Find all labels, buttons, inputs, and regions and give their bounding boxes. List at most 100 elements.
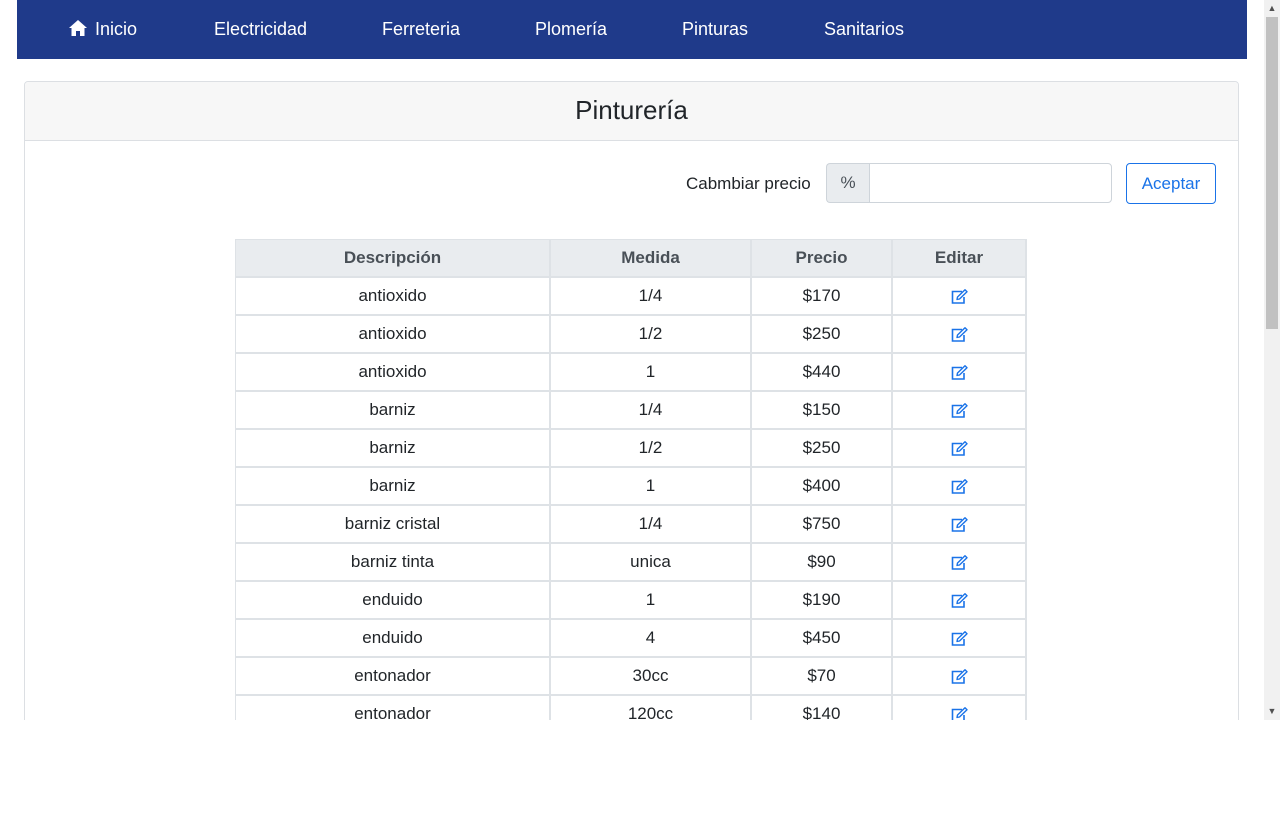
viewport: Inicio Electricidad Ferreteria Plomería …	[0, 0, 1264, 720]
cell-descripcion: barniz	[235, 390, 551, 430]
table-row: barniz 1 $400	[235, 466, 1027, 506]
edit-icon[interactable]	[950, 630, 968, 647]
table-row: antioxido 1 $440	[235, 352, 1027, 392]
cell-descripcion: antioxido	[235, 276, 551, 316]
cell-editar	[891, 352, 1027, 392]
edit-icon[interactable]	[950, 516, 968, 533]
nav-item-ferreteria[interactable]: Ferreteria	[382, 0, 460, 59]
edit-icon[interactable]	[950, 592, 968, 609]
table-row: barniz cristal 1/4 $750	[235, 504, 1027, 544]
column-header-editar: Editar	[891, 239, 1027, 278]
cell-medida: 1/4	[549, 390, 752, 430]
edit-icon[interactable]	[950, 706, 968, 720]
table-row: barniz 1/4 $150	[235, 390, 1027, 430]
cell-descripcion: barniz	[235, 466, 551, 506]
scroll-up-arrow-icon[interactable]: ▲	[1264, 0, 1280, 17]
edit-icon[interactable]	[950, 478, 968, 495]
table-body: antioxido 1/4 $170 antioxido 1/2 $250 antioxid…	[235, 276, 1027, 720]
nav-item-label: Pinturas	[682, 19, 749, 39]
cell-editar	[891, 542, 1027, 582]
table-row: barniz tinta unica $90	[235, 542, 1027, 582]
vertical-scrollbar[interactable]: ▲ ▼	[1264, 0, 1280, 720]
cell-editar	[891, 390, 1027, 430]
price-change-input-group: %	[826, 163, 1114, 203]
column-header-precio: Precio	[750, 239, 893, 278]
scroll-thumb[interactable]	[1266, 17, 1278, 329]
nav-item-electricidad[interactable]: Electricidad	[214, 0, 307, 59]
cell-medida: 4	[549, 618, 752, 658]
table-header-row: Descripción Medida Precio Editar	[235, 239, 1027, 278]
cell-descripcion: entonador	[235, 694, 551, 720]
cell-precio: $90	[750, 542, 893, 582]
cell-editar	[891, 618, 1027, 658]
cell-precio: $750	[750, 504, 893, 544]
scroll-down-arrow-icon[interactable]: ▼	[1264, 703, 1280, 720]
table-row: barniz 1/2 $250	[235, 428, 1027, 468]
edit-icon[interactable]	[950, 288, 968, 305]
cell-medida: 1/4	[549, 504, 752, 544]
card-title: Pinturería	[25, 82, 1238, 141]
price-change-input[interactable]	[869, 163, 1112, 203]
cell-descripcion: entonador	[235, 656, 551, 696]
cell-descripcion: enduido	[235, 618, 551, 658]
cell-precio: $400	[750, 466, 893, 506]
products-table: Descripción Medida Precio Editar antioxi…	[235, 239, 1027, 720]
cell-editar	[891, 580, 1027, 620]
cell-editar	[891, 504, 1027, 544]
cell-editar	[891, 314, 1027, 354]
edit-icon[interactable]	[950, 440, 968, 457]
cell-precio: $190	[750, 580, 893, 620]
edit-icon[interactable]	[950, 402, 968, 419]
nav-item-sanitarios[interactable]: Sanitarios	[824, 0, 904, 59]
nav-item-label: Plomería	[535, 19, 608, 39]
cell-medida: 1/4	[549, 276, 752, 316]
edit-icon[interactable]	[950, 668, 968, 685]
cell-precio: $250	[750, 428, 893, 468]
nav-item-label: Electricidad	[214, 19, 308, 39]
cell-medida: 120cc	[549, 694, 752, 720]
cell-precio: $70	[750, 656, 893, 696]
cell-precio: $170	[750, 276, 893, 316]
home-icon	[69, 20, 87, 36]
table-row: enduido 1 $190	[235, 580, 1027, 620]
cell-precio: $140	[750, 694, 893, 720]
cell-medida: 1	[549, 352, 752, 392]
table-row: enduido 4 $450	[235, 618, 1027, 658]
top-navbar: Inicio Electricidad Ferreteria Plomería …	[17, 0, 1247, 59]
accept-button[interactable]: Aceptar	[1126, 163, 1216, 204]
nav-item-label: Sanitarios	[824, 19, 905, 39]
table-row: entonador 30cc $70	[235, 656, 1027, 696]
cell-descripcion: antioxido	[235, 352, 551, 392]
cell-descripcion: barniz tinta	[235, 542, 551, 582]
column-header-medida: Medida	[549, 239, 752, 278]
cell-medida: 30cc	[549, 656, 752, 696]
price-change-label: Cabmbiar precio	[686, 174, 811, 193]
cell-editar	[891, 428, 1027, 468]
table-header: Descripción Medida Precio Editar	[235, 239, 1027, 278]
cell-editar	[891, 276, 1027, 316]
cell-precio: $440	[750, 352, 893, 392]
cell-medida: unica	[549, 542, 752, 582]
table-row: entonador 120cc $140	[235, 694, 1027, 720]
cell-precio: $150	[750, 390, 893, 430]
edit-icon[interactable]	[950, 364, 968, 381]
cell-descripcion: antioxido	[235, 314, 551, 354]
column-header-descripcion: Descripción	[235, 239, 551, 278]
cell-descripcion: barniz cristal	[235, 504, 551, 544]
nav-item-inicio[interactable]: Inicio	[68, 0, 137, 59]
nav-item-label: Inicio	[95, 19, 138, 39]
cell-editar	[891, 466, 1027, 506]
cell-descripcion: barniz	[235, 428, 551, 468]
cell-medida: 1	[549, 466, 752, 506]
cell-medida: 1/2	[549, 428, 752, 468]
products-card: Pinturería Cabmbiar precio % Aceptar Des…	[24, 81, 1239, 720]
table-row: antioxido 1/2 $250	[235, 314, 1027, 354]
nav-item-plomeria[interactable]: Plomería	[535, 0, 607, 59]
cell-medida: 1	[549, 580, 752, 620]
table-row: antioxido 1/4 $170	[235, 276, 1027, 316]
edit-icon[interactable]	[950, 326, 968, 343]
edit-icon[interactable]	[950, 554, 968, 571]
cell-editar	[891, 656, 1027, 696]
nav-item-pinturas[interactable]: Pinturas	[682, 0, 748, 59]
cell-descripcion: enduido	[235, 580, 551, 620]
